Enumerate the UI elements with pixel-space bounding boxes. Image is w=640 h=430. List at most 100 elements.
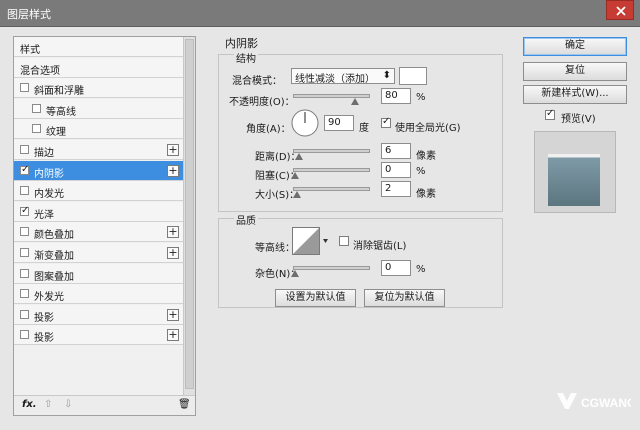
add-effect-icon[interactable]: + — [167, 329, 179, 342]
noise-slider-thumb[interactable] — [291, 270, 299, 277]
add-effect-icon[interactable]: + — [167, 308, 179, 321]
reset-button[interactable]: 复位 — [523, 62, 627, 81]
quality-group — [218, 218, 503, 308]
sidebar-item-checkbox[interactable] — [20, 186, 29, 196]
angle-unit: 度 — [359, 123, 369, 134]
sidebar-item-checkbox[interactable] — [20, 227, 29, 237]
sidebar-item[interactable]: 外发光 — [14, 284, 184, 305]
sidebar-item-checkbox[interactable] — [32, 124, 41, 134]
sidebar-item-checkbox[interactable] — [20, 83, 29, 93]
preview-label: 预览(V) — [561, 114, 596, 125]
sidebar-item[interactable]: 混合选项 — [14, 57, 184, 78]
sidebar-item-label: 内阴影 — [34, 168, 64, 180]
add-effect-icon[interactable]: + — [167, 226, 179, 239]
sidebar-item[interactable]: 投影 + — [14, 304, 184, 325]
blend-mode-value: 线性减淡（添加） — [295, 74, 375, 85]
sidebar-item[interactable]: 内发光 — [14, 181, 184, 202]
choke-slider[interactable] — [293, 168, 370, 172]
global-light-checkbox[interactable] — [381, 116, 391, 128]
sidebar-item-label: 渐变叠加 — [34, 251, 74, 262]
fx-icon[interactable]: fx. — [22, 399, 37, 410]
sidebar-item-checkbox[interactable] — [20, 164, 29, 175]
sidebar-item[interactable]: 等高线 — [14, 98, 184, 119]
blend-mode-select[interactable]: 线性减淡（添加） ⬍ — [291, 68, 395, 85]
sidebar-scrollbar[interactable] — [183, 37, 195, 395]
opacity-slider-thumb[interactable] — [350, 98, 359, 105]
choke-slider-thumb[interactable] — [291, 172, 299, 179]
opacity-unit: % — [416, 92, 426, 103]
add-effect-icon[interactable]: + — [167, 247, 179, 259]
sidebar-item-label: 纹理 — [46, 127, 66, 139]
noise-field[interactable]: 0 — [381, 260, 411, 276]
size-unit: 像素 — [416, 189, 436, 200]
ok-button[interactable]: 确定 — [523, 37, 627, 56]
size-slider-thumb[interactable] — [293, 191, 301, 198]
sidebar-item-label: 描边 — [34, 148, 54, 159]
sidebar-item-checkbox[interactable] — [20, 248, 29, 257]
sidebar-item-label: 图案叠加 — [34, 271, 74, 283]
size-slider[interactable] — [293, 187, 370, 191]
antialias-checkbox[interactable] — [339, 236, 349, 246]
sidebar-item-checkbox[interactable] — [32, 103, 41, 113]
sidebar-item[interactable]: 投影 + — [14, 325, 184, 346]
add-effect-icon[interactable]: + — [167, 164, 179, 177]
shadow-color-swatch[interactable] — [399, 67, 427, 85]
window-title: 图层样式 — [7, 8, 51, 21]
preview-swatch — [548, 154, 600, 206]
sidebar-item[interactable]: 图案叠加 — [14, 263, 184, 284]
distance-slider-thumb[interactable] — [295, 153, 303, 160]
panel-title: 内阴影 — [225, 37, 258, 50]
sidebar-item-checkbox[interactable] — [20, 268, 29, 278]
reset-default-button[interactable]: 复位为默认值 — [364, 289, 445, 307]
opacity-label: 不透明度(O)： — [229, 97, 295, 108]
sidebar-item[interactable]: 渐变叠加 + — [14, 243, 184, 263]
opacity-field[interactable]: 80 — [381, 88, 411, 104]
close-button[interactable] — [606, 0, 634, 20]
antialias-label: 消除锯齿(L) — [353, 241, 407, 252]
layer-style-dialog: 样式混合选项斜面和浮雕等高线纹理描边 + 内阴影 + 内发光光泽颜色叠加 + 渐变叠加 + 图案… — [0, 27, 640, 430]
size-field[interactable]: 2 — [381, 181, 411, 197]
sidebar-item[interactable]: 颜色叠加 + — [14, 222, 184, 243]
global-light-label: 使用全局光(G) — [395, 123, 461, 134]
sidebar-item-label: 混合选项 — [20, 65, 60, 77]
contour-label: 等高线： — [255, 243, 295, 254]
contour-picker[interactable] — [292, 227, 330, 257]
distance-unit: 像素 — [416, 151, 436, 162]
move-up-icon[interactable]: ⇧ — [44, 399, 52, 410]
watermark-logo: CGWANG — [555, 387, 636, 417]
move-down-icon[interactable]: ⇩ — [64, 399, 72, 410]
blend-mode-label: 混合模式： — [232, 76, 282, 87]
distance-slider[interactable] — [293, 149, 370, 153]
sidebar-item-checkbox[interactable] — [20, 289, 29, 299]
new-style-button[interactable]: 新建样式(W)... — [523, 85, 627, 104]
sidebar-item-label: 外发光 — [34, 292, 64, 304]
sidebar-item[interactable]: 纹理 — [14, 119, 184, 140]
sidebar-item-label: 光泽 — [34, 209, 54, 221]
sidebar-item[interactable]: 描边 + — [14, 140, 184, 160]
svg-text:CGWANG: CGWANG — [581, 396, 631, 410]
angle-field[interactable]: 90 — [324, 115, 354, 131]
scrollbar-thumb[interactable] — [185, 39, 194, 389]
sidebar-item-checkbox[interactable] — [20, 145, 29, 154]
title-bar: 图层样式 — [0, 0, 640, 27]
sidebar-item-checkbox[interactable] — [20, 330, 29, 340]
choke-unit: % — [416, 166, 426, 177]
choke-field[interactable]: 0 — [381, 162, 411, 178]
sidebar-item-label: 投影 — [34, 333, 54, 345]
trash-icon[interactable]: 🗑 — [178, 399, 191, 410]
angle-label: 角度(A)： — [246, 124, 291, 135]
sidebar-item[interactable]: 光泽 — [14, 201, 184, 222]
preview-checkbox[interactable] — [545, 108, 555, 120]
make-default-button[interactable]: 设置为默认值 — [275, 289, 356, 307]
sidebar-item[interactable]: 内阴影 + — [14, 160, 184, 181]
sidebar-footer: fx. ⇧ ⇩ 🗑 — [14, 395, 195, 415]
sidebar-item[interactable]: 斜面和浮雕 — [14, 78, 184, 99]
sidebar-item-checkbox[interactable] — [20, 205, 29, 216]
noise-slider[interactable] — [293, 266, 370, 270]
add-effect-icon[interactable]: + — [167, 144, 179, 156]
angle-dial[interactable] — [290, 108, 320, 138]
distance-field[interactable]: 6 — [381, 143, 411, 159]
sidebar-item[interactable]: 样式 — [14, 37, 184, 57]
sidebar-item-label: 等高线 — [46, 106, 76, 118]
sidebar-item-checkbox[interactable] — [20, 309, 29, 319]
